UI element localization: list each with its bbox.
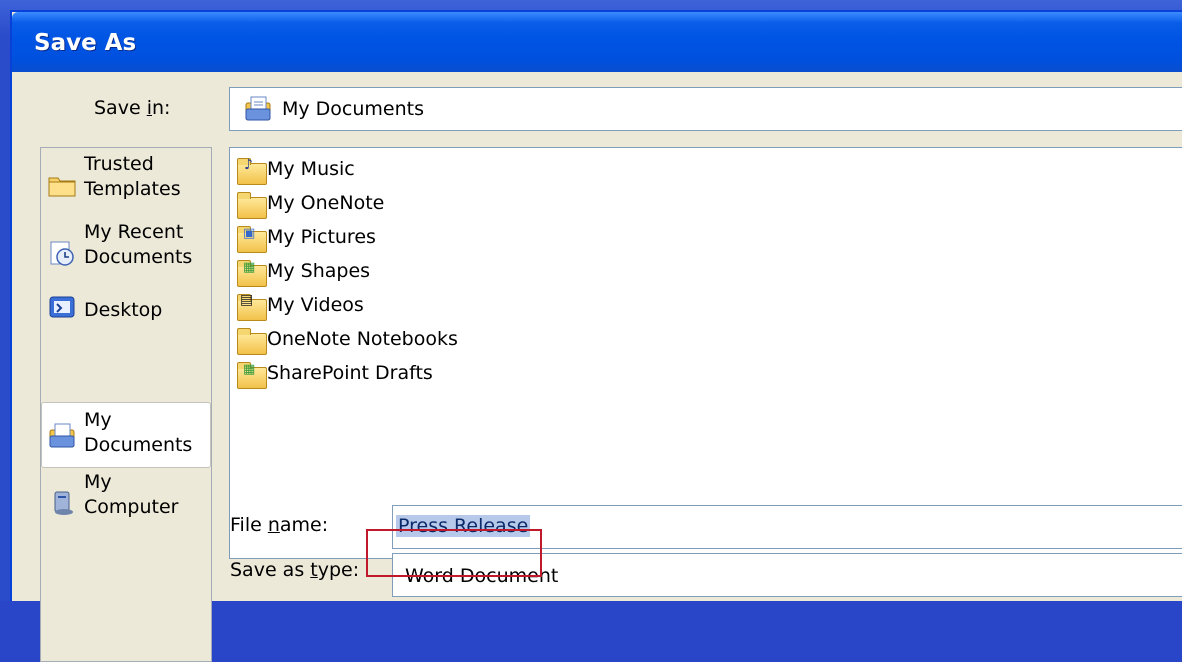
file-list[interactable]: ♪ My Music My OneNote ▣ My Pictures ▦ My… — [229, 147, 1182, 559]
videos-folder-icon: ▤ — [236, 292, 267, 321]
file-name: My Videos — [267, 294, 364, 316]
file-name: OneNote Notebooks — [267, 328, 458, 350]
file-name-label: File name: — [230, 514, 329, 536]
my-documents-icon — [245, 96, 271, 121]
desktop-icon — [49, 296, 75, 318]
place-my-computer[interactable]: My Computer — [42, 470, 210, 536]
file-name: My OneNote — [267, 192, 385, 214]
place-trusted-templates[interactable]: Trusted Templates — [42, 152, 210, 218]
dialog-title: Save As — [34, 30, 137, 56]
place-label: My Computer — [84, 471, 179, 518]
place-label: Desktop — [84, 299, 163, 321]
file-name: SharePoint Drafts — [267, 362, 433, 384]
place-my-recent-documents[interactable]: My Recent Documents — [42, 220, 210, 286]
pictures-folder-icon: ▣ — [236, 226, 267, 253]
highlight-box — [366, 529, 542, 577]
place-my-documents[interactable]: My Documents — [41, 402, 211, 468]
place-desktop[interactable]: Desktop — [42, 288, 210, 354]
save-as-dialog: Save As Save in: My Documents Trusted Tem… — [10, 10, 1182, 662]
file-name: My Pictures — [267, 226, 376, 248]
file-name: My Shapes — [267, 260, 371, 282]
places-bar: Trusted Templates My Recent Documents Desk… — [40, 147, 212, 662]
folder-icon — [236, 192, 267, 219]
sharepoint-folder-icon: ▦ — [236, 362, 267, 389]
recent-documents-icon — [50, 241, 74, 266]
save-in-combobox[interactable]: My Documents — [229, 87, 1182, 131]
computer-icon — [54, 491, 73, 515]
my-documents-icon — [49, 423, 75, 448]
save-as-type-label: Save as type: — [230, 559, 360, 581]
title-bar[interactable]: Save As — [12, 12, 1182, 72]
save-in-value: My Documents — [282, 98, 425, 120]
place-label: My Documents — [84, 409, 193, 456]
dialog-client-area: Save in: My Documents TrustedTemplates — [12, 72, 1182, 662]
file-name: My Music — [267, 158, 355, 180]
folder-icon — [236, 328, 267, 355]
place-label: My Recent Documents — [84, 221, 193, 268]
folder-icon — [48, 177, 76, 197]
save-in-label: Save in: — [94, 97, 171, 119]
music-folder-icon: ♪ — [236, 157, 267, 185]
shapes-folder-icon: ▦ — [236, 260, 267, 287]
place-label: Trusted Templates — [84, 153, 181, 200]
